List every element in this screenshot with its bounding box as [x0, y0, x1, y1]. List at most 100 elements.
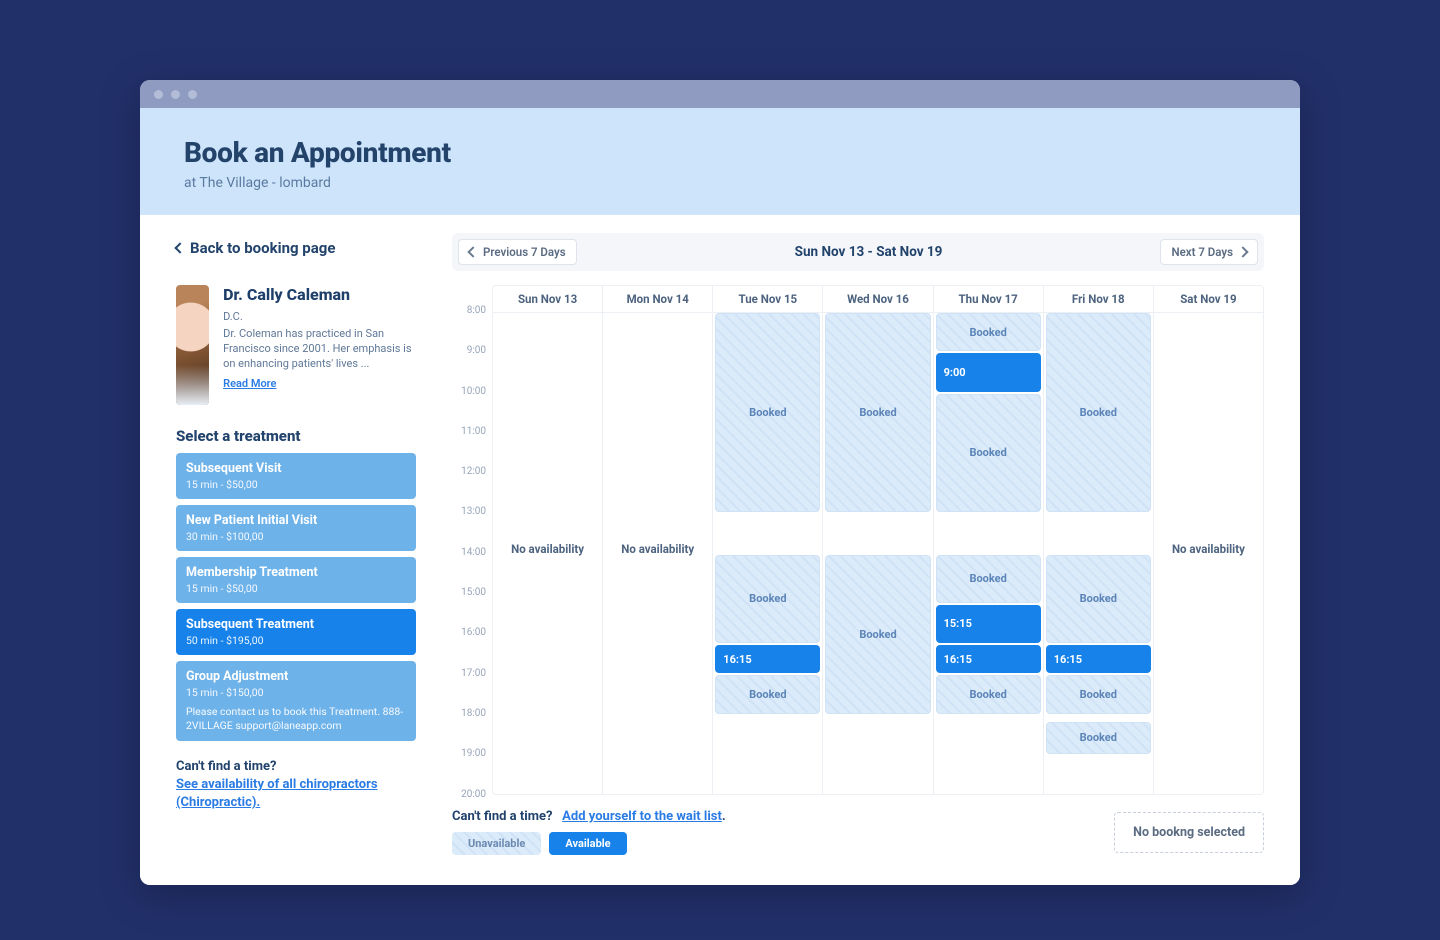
chevron-left-icon — [469, 245, 477, 259]
day-header: Thu Nov 17 — [934, 286, 1043, 313]
day-body: BookedBooked16:15Booked — [713, 313, 822, 794]
calendar-day-column: Sat Nov 19No availability — [1154, 286, 1263, 794]
page-title: Book an Appointment — [184, 136, 1256, 169]
treatments-heading: Select a treatment — [176, 427, 416, 445]
next-week-label: Next 7 Days — [1171, 245, 1233, 259]
no-availability-label: No availability — [493, 303, 602, 794]
calendar-day-column: Thu Nov 17Booked9:00BookedBooked15:1516:… — [934, 286, 1044, 794]
back-link[interactable]: Back to booking page — [176, 239, 416, 257]
back-link-label: Back to booking page — [190, 239, 335, 257]
day-body: No availability — [493, 313, 602, 794]
hour-label: 18:00 — [452, 708, 492, 748]
day-body: BookedBooked16:15BookedBooked — [1044, 313, 1153, 794]
calendar-day-column: Tue Nov 15BookedBooked16:15Booked — [713, 286, 823, 794]
hour-label: 19:00 — [452, 748, 492, 788]
treatment-option[interactable]: Subsequent Treatment 50 min - $195,00 — [176, 609, 416, 655]
day-body: Booked Booked — [823, 313, 932, 794]
hour-label: 12:00 — [452, 466, 492, 506]
window-dot-close[interactable] — [154, 90, 163, 99]
window-dot-min[interactable] — [171, 90, 180, 99]
next-week-button[interactable]: Next 7 Days — [1160, 239, 1258, 265]
calendar-footer: Can't find a time? Add yourself to the w… — [452, 809, 1264, 855]
treatment-note: Please contact us to book this Treatment… — [186, 705, 406, 733]
page-subtitle: at The Village - lombard — [184, 175, 1256, 191]
booked-slot: Booked — [1046, 675, 1151, 713]
booked-slot: Booked — [936, 313, 1041, 351]
day-header: Fri Nov 18 — [1044, 286, 1153, 313]
prev-week-label: Previous 7 Days — [483, 245, 566, 259]
content-area: Back to booking page Dr. Cally Caleman D… — [140, 215, 1300, 885]
booked-slot: Booked — [936, 394, 1041, 513]
treatment-option[interactable]: New Patient Initial Visit30 min - $100,0… — [176, 505, 416, 551]
hour-label: 15:00 — [452, 587, 492, 627]
legend-available: Available — [549, 832, 626, 855]
available-slot[interactable]: 16:15 — [715, 645, 820, 673]
booked-slot: Booked — [825, 555, 930, 714]
day-body: Booked9:00BookedBooked15:1516:15Booked — [934, 313, 1043, 794]
booked-slot: Booked — [825, 313, 930, 512]
treatment-option[interactable]: Group Adjustment15 min - $150,00Please c… — [176, 661, 416, 741]
hour-label: 8:00 — [452, 305, 492, 345]
chevron-left-icon — [174, 242, 185, 253]
treatments-list: Subsequent Visit 15 min - $50,00 New Patie… — [176, 453, 416, 741]
calendar-grid: 8:009:0010:0011:0012:0013:0014:0015:0016… — [452, 285, 1264, 795]
page-header: Book an Appointment at The Village - lom… — [140, 108, 1300, 215]
app-window: Book an Appointment at The Village - lom… — [140, 80, 1300, 885]
available-slot[interactable]: 16:15 — [1046, 645, 1151, 673]
provider-bio: Dr. Coleman has practiced in San Francis… — [223, 327, 416, 372]
hour-label: 16:00 — [452, 627, 492, 667]
provider-name: Dr. Cally Caleman — [223, 285, 416, 304]
no-availability-label: No availability — [1154, 303, 1263, 794]
calendar-day-column: Mon Nov 14No availability — [603, 286, 713, 794]
see-all-chiropractors-link[interactable]: See availability of all chiropractors (C… — [176, 776, 416, 811]
legend: Unavailable Available — [452, 832, 726, 855]
hour-label: 14:00 — [452, 547, 492, 587]
provider-profile: Dr. Cally Caleman D.C. Dr. Coleman has p… — [176, 285, 416, 405]
day-body: No availability — [603, 313, 712, 794]
footer-cant-find: Can't find a time? Add yourself to the w… — [452, 809, 726, 824]
read-more-link[interactable]: Read More — [223, 377, 276, 390]
date-range-label: Sun Nov 13 - Sat Nov 19 — [795, 244, 943, 260]
treatment-option[interactable]: Subsequent Visit 15 min - $50,00 — [176, 453, 416, 499]
treatment-option[interactable]: Membership Treatment15 min - $50,00 — [176, 557, 416, 603]
chevron-right-icon — [1239, 245, 1247, 259]
sidebar: Back to booking page Dr. Cally Caleman D… — [176, 233, 416, 855]
treatment-meta: 15 min - $50,00 — [186, 478, 406, 491]
calendar-day-column: Fri Nov 18BookedBooked16:15BookedBooked — [1044, 286, 1154, 794]
prev-week-button[interactable]: Previous 7 Days — [458, 239, 577, 265]
calendar-day-column: Wed Nov 16BookedBooked — [823, 286, 933, 794]
booked-slot: Booked — [1046, 555, 1151, 644]
provider-avatar — [176, 285, 209, 405]
hour-label: 10:00 — [452, 386, 492, 426]
available-slot[interactable]: 16:15 — [936, 645, 1041, 673]
hour-labels: 8:009:0010:0011:0012:0013:0014:0015:0016… — [452, 285, 492, 795]
treatment-name: Membership Treatment — [186, 565, 406, 580]
calendar-panel: Previous 7 Days Sun Nov 13 - Sat Nov 19 … — [452, 233, 1264, 855]
calendar-columns: Sun Nov 13No availabilityMon Nov 14No av… — [492, 285, 1264, 795]
hour-label: 13:00 — [452, 506, 492, 546]
footer-left: Can't find a time? Add yourself to the w… — [452, 809, 726, 855]
treatment-name: Subsequent Treatment — [186, 617, 406, 632]
available-slot[interactable]: 15:15 — [936, 605, 1041, 643]
no-availability-label: No availability — [603, 303, 712, 794]
hour-label: 9:00 — [452, 345, 492, 385]
booked-slot: Booked — [715, 555, 820, 644]
treatment-meta: 15 min - $150,00 — [186, 686, 406, 699]
treatment-meta: 50 min - $195,00 — [186, 634, 406, 647]
footer-period: . — [722, 809, 726, 824]
available-slot[interactable]: 9:00 — [936, 353, 1041, 391]
no-booking-selected: No bookng selected — [1114, 812, 1264, 853]
booked-slot: Booked — [936, 555, 1041, 603]
booked-slot: Booked — [936, 675, 1041, 713]
treatment-name: New Patient Initial Visit — [186, 513, 406, 528]
booked-slot: Booked — [715, 313, 820, 512]
calendar-toolbar: Previous 7 Days Sun Nov 13 - Sat Nov 19 … — [452, 233, 1264, 271]
treatment-name: Subsequent Visit — [186, 461, 406, 476]
window-dot-max[interactable] — [188, 90, 197, 99]
hour-label: 20:00 — [452, 789, 492, 829]
waitlist-link[interactable]: Add yourself to the wait list — [562, 809, 722, 824]
legend-unavailable: Unavailable — [452, 832, 541, 855]
booked-slot: Booked — [1046, 722, 1151, 754]
provider-title: D.C. — [223, 310, 416, 323]
hour-label: 11:00 — [452, 426, 492, 466]
